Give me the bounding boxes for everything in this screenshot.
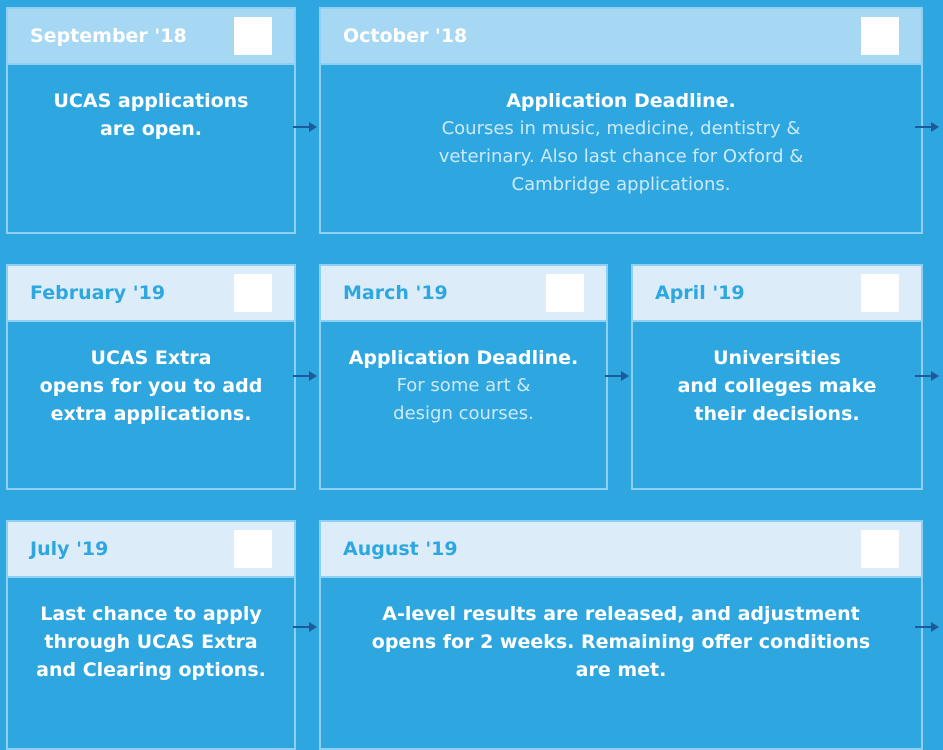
timeline-card-august-19: August '19 A-level results are released,…	[319, 520, 923, 750]
checkbox[interactable]	[861, 530, 899, 568]
card-bold-line: are met.	[575, 659, 667, 681]
card-thin-line: design courses.	[393, 403, 534, 424]
timeline-card-february-19: February '19 UCAS Extra opens for you to…	[6, 264, 296, 490]
timeline-card-october-18: October '18 Application Deadline. Course…	[319, 7, 923, 234]
timeline-card-july-19: July '19 Last chance to apply through UC…	[6, 520, 296, 750]
card-bold-line: through UCAS Extra	[44, 631, 258, 653]
checkbox[interactable]	[861, 274, 899, 312]
card-bold-line: UCAS Extra	[90, 347, 212, 369]
arrow-right-icon	[605, 371, 629, 381]
card-body: Last chance to apply through UCAS Extra …	[8, 578, 294, 684]
card-thin-line: Cambridge applications.	[511, 174, 731, 195]
arrow-right-icon	[293, 622, 317, 632]
card-body: UCAS Extra opens for you to add extra ap…	[8, 322, 294, 428]
card-month: October '18	[343, 25, 468, 47]
timeline-card-september-18: September '18 UCAS applications are open…	[6, 7, 296, 234]
card-bold-line: and colleges make	[677, 375, 877, 397]
arrow-right-icon	[915, 371, 939, 381]
card-bold-line: A-level results are released, and adjust…	[382, 603, 860, 625]
checkbox[interactable]	[234, 17, 272, 55]
card-body: A-level results are released, and adjust…	[321, 578, 921, 684]
card-bold-line: are open.	[100, 118, 202, 140]
card-month: February '19	[30, 282, 166, 304]
card-month: July '19	[30, 538, 109, 560]
card-body: Application Deadline. For some art & des…	[321, 322, 606, 428]
timeline-card-april-19: April '19 Universities and colleges make…	[631, 264, 923, 490]
card-thin-line: Courses in music, medicine, dentistry &	[441, 118, 801, 139]
card-body: Universities and colleges make their dec…	[633, 322, 921, 428]
card-thin-line: For some art &	[396, 375, 531, 396]
checkbox[interactable]	[234, 530, 272, 568]
checkbox[interactable]	[546, 274, 584, 312]
checkbox[interactable]	[861, 17, 899, 55]
card-month: April '19	[655, 282, 745, 304]
arrow-right-icon	[293, 122, 317, 132]
arrow-right-icon	[915, 622, 939, 632]
card-bold-line: Application Deadline.	[506, 90, 736, 112]
card-header: September '18	[8, 9, 294, 65]
timeline-card-march-19: March '19 Application Deadline. For some…	[319, 264, 608, 490]
card-month: August '19	[343, 538, 458, 560]
card-bold-line: opens for you to add	[39, 375, 263, 397]
card-bold-line: UCAS applications	[53, 90, 249, 112]
card-header: February '19	[8, 266, 294, 322]
card-bold-line: extra applications.	[50, 403, 252, 425]
card-body: Application Deadline. Courses in music, …	[321, 65, 921, 199]
card-month: March '19	[343, 282, 448, 304]
card-bold-line: and Clearing options.	[36, 659, 266, 681]
card-bold-line: Last chance to apply	[40, 603, 262, 625]
card-header: October '18	[321, 9, 921, 65]
card-bold-line: their decisions.	[694, 403, 860, 425]
card-body: UCAS applications are open.	[8, 65, 294, 143]
card-thin-line: veterinary. Also last chance for Oxford …	[438, 146, 804, 167]
card-header: March '19	[321, 266, 606, 322]
arrow-right-icon	[915, 122, 939, 132]
card-bold-line: Universities	[713, 347, 841, 369]
card-header: August '19	[321, 522, 921, 578]
arrow-right-icon	[293, 371, 317, 381]
card-month: September '18	[30, 25, 187, 47]
card-header: April '19	[633, 266, 921, 322]
card-bold-line: Application Deadline.	[348, 347, 579, 369]
card-header: July '19	[8, 522, 294, 578]
checkbox[interactable]	[234, 274, 272, 312]
card-bold-line: opens for 2 weeks. Remaining offer condi…	[371, 631, 871, 653]
